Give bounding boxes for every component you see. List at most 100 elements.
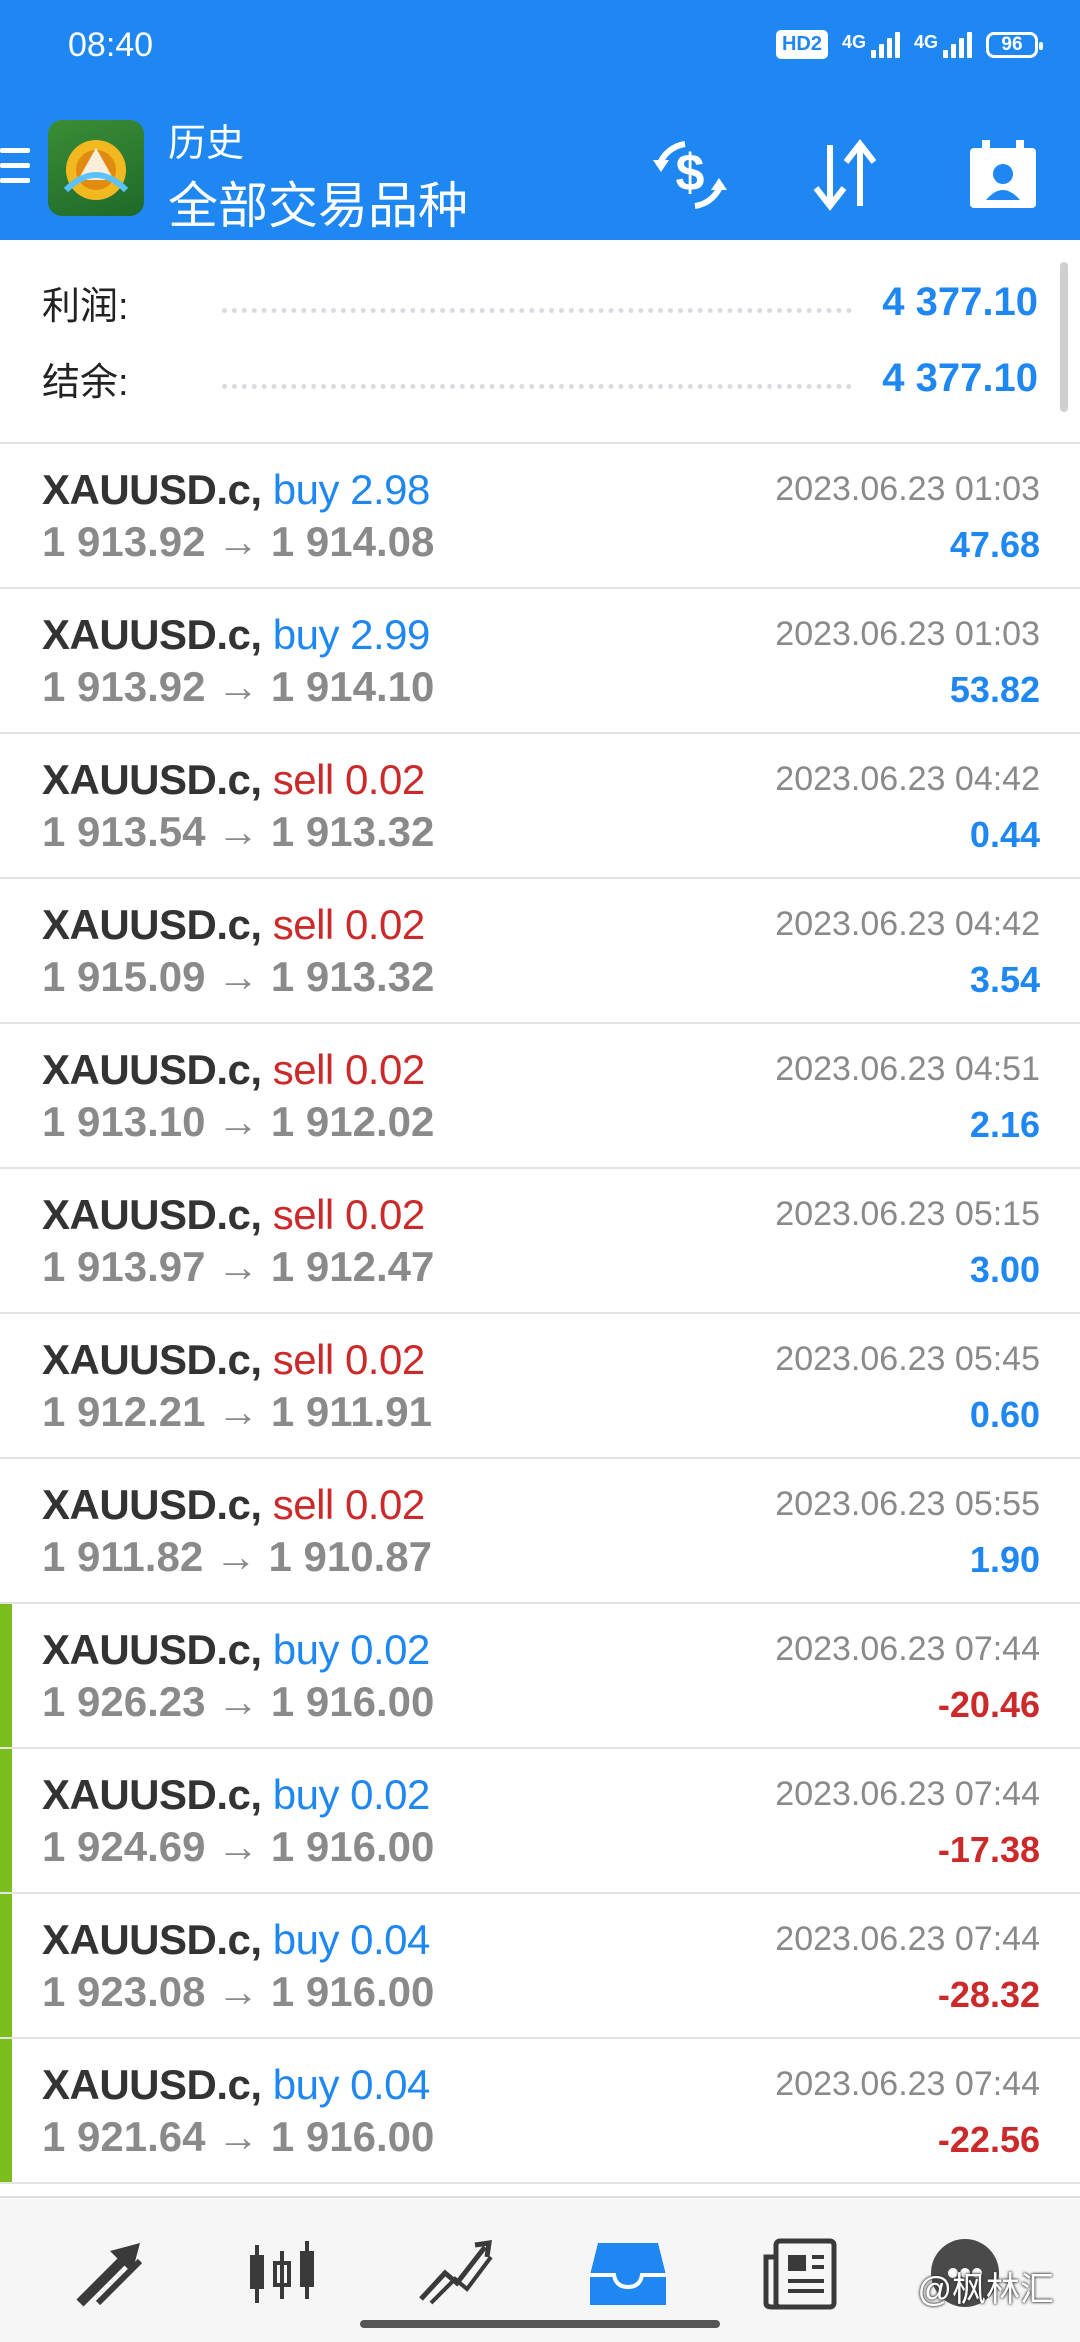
trade-volume: 0.02 (350, 1626, 430, 1673)
trade-volume: 0.02 (344, 756, 425, 803)
page-title[interactable]: 全部交易品种 (168, 166, 468, 238)
menu-icon[interactable] (0, 148, 30, 193)
status-time: 08:40 (68, 26, 154, 64)
arrow-right-icon: → (217, 1823, 260, 1870)
trade-symbol-line: XAUUSD.c, sell 0.02 (42, 1191, 425, 1239)
balance-row: 结余: 4 377.10 (42, 348, 1038, 408)
trade-history-list: XAUUSD.c, buy 2.98 1 913.92 → 1 914.08 202… (0, 444, 1080, 2184)
trade-type: sell (272, 1191, 335, 1238)
close-price: 1 916.00 (270, 2113, 435, 2160)
close-price: 1 912.02 (270, 1098, 435, 1145)
trade-prices: 1 926.23 → 1 916.00 (42, 1678, 434, 1726)
trade-time: 2023.06.23 05:15 (775, 1195, 1040, 1233)
trade-prices: 1 913.54 → 1 913.32 (42, 808, 434, 856)
trade-row[interactable]: XAUUSD.c, sell 0.02 1 913.10 → 1 912.02 20… (0, 1024, 1080, 1169)
arrow-right-icon: → (217, 2113, 260, 2160)
scrollbar[interactable] (1060, 262, 1068, 412)
profit-value: 4 377.10 (882, 279, 1038, 324)
balance-label: 结余: (42, 361, 129, 404)
trade-symbol: XAUUSD.c, (42, 1626, 262, 1673)
open-price: 1 921.64 (42, 2113, 206, 2160)
arrow-right-icon: → (217, 663, 260, 710)
app-header: 08:40 HD2 4G 4G 96 历史 全部交易品种 $ (0, 0, 1080, 240)
trade-type: sell (272, 1481, 335, 1528)
trade-time: 2023.06.23 07:44 (775, 1630, 1040, 1668)
trade-profit: -22.56 (937, 2119, 1040, 2160)
account-summary: 利润: 4 377.10 结余: 4 377.10 (0, 240, 1080, 444)
trade-row[interactable]: XAUUSD.c, buy 2.99 1 913.92 → 1 914.10 202… (0, 589, 1080, 734)
trade-symbol: XAUUSD.c, (42, 756, 262, 803)
trade-profit: 1.90 (969, 1539, 1040, 1580)
quotes-icon[interactable] (60, 2228, 160, 2318)
profit-label: 利润: (42, 285, 129, 328)
calendar-icon[interactable] (958, 130, 1048, 220)
trade-row[interactable]: XAUUSD.c, sell 0.02 1 915.09 → 1 913.32 20… (0, 879, 1080, 1024)
trade-time: 2023.06.23 04:42 (775, 760, 1040, 798)
trade-time: 2023.06.23 01:03 (775, 615, 1040, 653)
trade-icon[interactable] (405, 2228, 505, 2318)
trade-symbol: XAUUSD.c, (42, 2061, 262, 2108)
arrow-right-icon: → (214, 1533, 257, 1580)
open-price: 1 913.97 (42, 1243, 206, 1290)
trade-row[interactable]: XAUUSD.c, sell 0.02 1 911.82 → 1 910.87 20… (0, 1459, 1080, 1604)
trade-row[interactable]: XAUUSD.c, sell 0.02 1 913.54 → 1 913.32 20… (0, 734, 1080, 879)
trade-row[interactable]: XAUUSD.c, buy 0.04 1 921.64 → 1 916.00 202… (0, 2039, 1080, 2184)
arrow-right-icon: → (217, 1678, 260, 1725)
trade-prices: 1 913.10 → 1 912.02 (42, 1098, 434, 1146)
arrow-right-icon: → (217, 1388, 260, 1435)
balance-value: 4 377.10 (882, 355, 1038, 400)
close-price: 1 910.87 (268, 1533, 433, 1580)
dotted-leader (222, 383, 853, 389)
trade-row[interactable]: XAUUSD.c, buy 0.02 1 926.23 → 1 916.00 202… (0, 1604, 1080, 1749)
trade-prices: 1 921.64 → 1 916.00 (42, 2113, 434, 2161)
trade-symbol: XAUUSD.c, (42, 1481, 262, 1528)
hd-badge: HD2 (775, 30, 828, 59)
trade-row[interactable]: XAUUSD.c, sell 0.02 1 913.97 → 1 912.47 20… (0, 1169, 1080, 1314)
trade-time: 2023.06.23 01:03 (775, 470, 1040, 508)
trade-profit: 53.82 (949, 669, 1040, 710)
trade-type: sell (272, 756, 335, 803)
close-price: 1 913.32 (270, 953, 435, 1000)
close-price: 1 912.47 (270, 1243, 435, 1290)
history-icon[interactable] (578, 2228, 678, 2318)
open-price: 1 913.92 (42, 518, 206, 565)
svg-text:$: $ (676, 144, 705, 202)
gesture-bar[interactable] (360, 2320, 720, 2328)
trade-type: buy (272, 1771, 340, 1818)
trade-type: sell (272, 1046, 335, 1093)
trade-volume: 0.04 (350, 1916, 430, 1963)
close-price: 1 916.00 (270, 1678, 435, 1725)
arrow-right-icon: → (217, 1098, 260, 1145)
trade-volume: 0.02 (344, 1191, 425, 1238)
dotted-leader (222, 307, 853, 313)
trade-symbol-line: XAUUSD.c, sell 0.02 (42, 756, 425, 804)
chart-icon[interactable] (232, 2228, 332, 2318)
trade-symbol-line: XAUUSD.c, sell 0.02 (42, 1046, 425, 1094)
trade-symbol-line: XAUUSD.c, buy 0.04 (42, 2061, 430, 2109)
trade-symbol: XAUUSD.c, (42, 901, 262, 948)
trade-row[interactable]: XAUUSD.c, buy 0.04 1 923.08 → 1 916.00 202… (0, 1894, 1080, 2039)
sort-icon[interactable] (800, 130, 890, 220)
trade-row[interactable]: XAUUSD.c, sell 0.02 1 912.21 → 1 911.91 20… (0, 1314, 1080, 1459)
trade-profit: -17.38 (937, 1829, 1040, 1870)
trade-volume: 0.02 (344, 1046, 425, 1093)
open-price: 1 913.10 (42, 1098, 206, 1145)
dollar-refresh-icon[interactable]: $ (645, 130, 735, 220)
trade-symbol: XAUUSD.c, (42, 611, 262, 658)
trade-profit: -20.46 (937, 1684, 1040, 1725)
close-price: 1 914.08 (270, 518, 435, 565)
loss-marker (0, 2039, 12, 2182)
trade-prices: 1 913.97 → 1 912.47 (42, 1243, 434, 1291)
news-icon[interactable] (750, 2228, 850, 2318)
trade-type: buy (272, 1626, 340, 1673)
trade-type: buy (272, 466, 340, 513)
trade-type: buy (272, 1916, 340, 1963)
open-price: 1 912.21 (42, 1388, 206, 1435)
close-price: 1 913.32 (270, 808, 435, 855)
trade-time: 2023.06.23 07:44 (775, 1775, 1040, 1813)
signal-icon-2: 4G (914, 31, 972, 58)
open-price: 1 911.82 (42, 1533, 204, 1580)
trade-volume: 0.02 (344, 1336, 425, 1383)
trade-row[interactable]: XAUUSD.c, buy 0.02 1 924.69 → 1 916.00 202… (0, 1749, 1080, 1894)
trade-row[interactable]: XAUUSD.c, buy 2.98 1 913.92 → 1 914.08 202… (0, 444, 1080, 589)
